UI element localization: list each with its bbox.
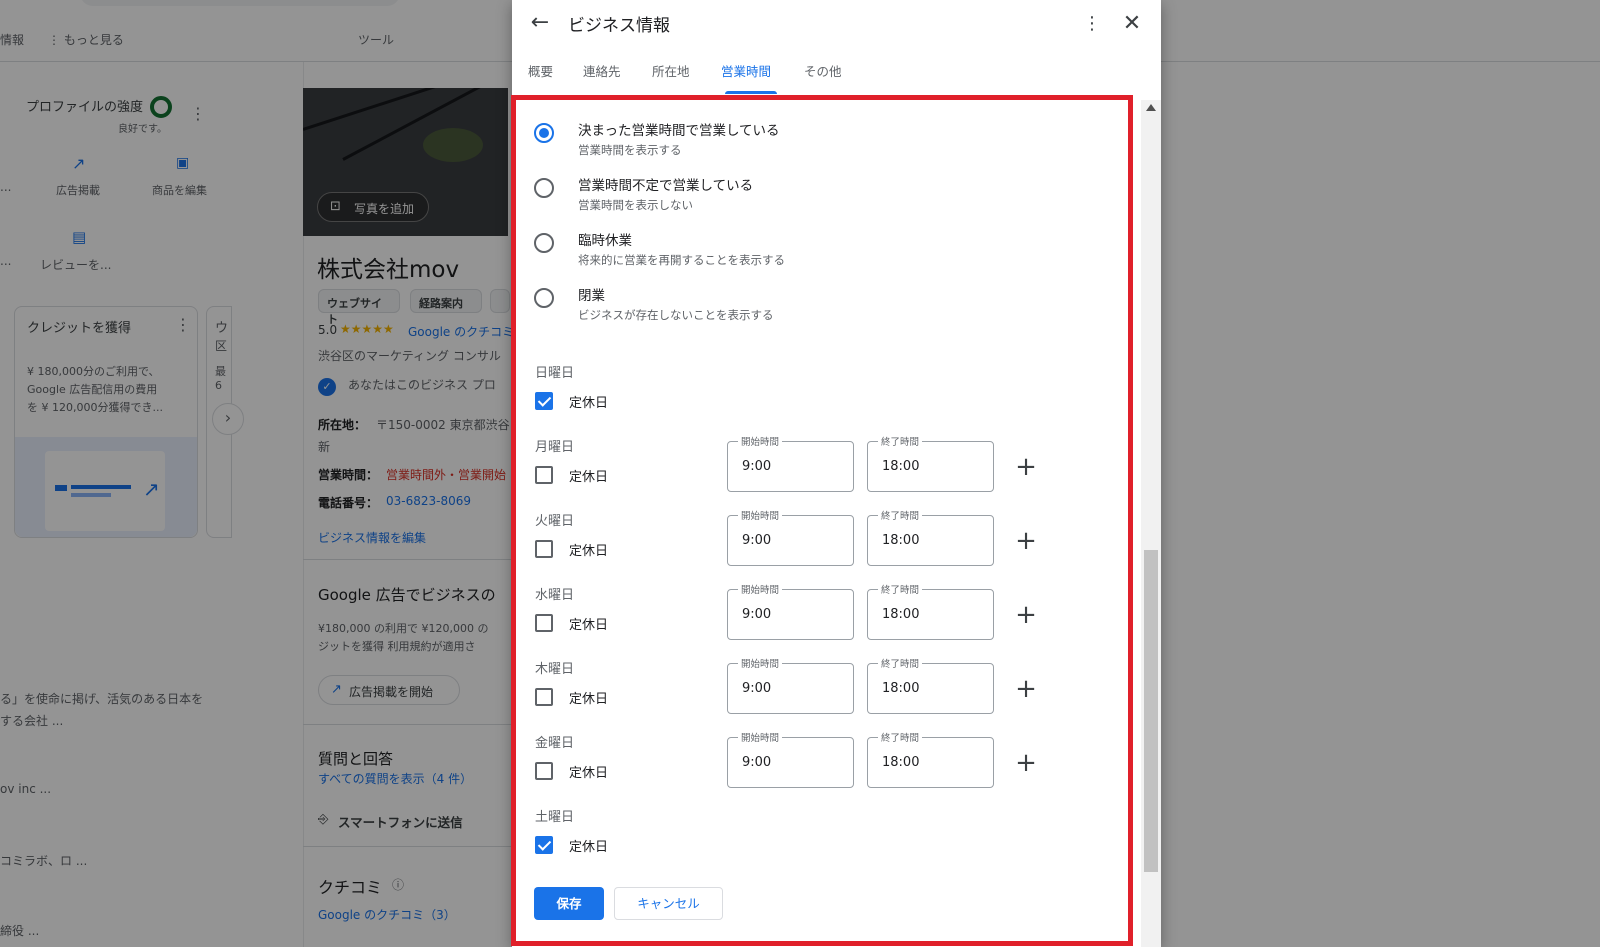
add-hours-icon[interactable]: + <box>1014 602 1038 628</box>
closed-checkbox-thursday[interactable] <box>535 688 553 706</box>
open-time-wednesday[interactable]: 開始時間 9:00 <box>727 582 854 640</box>
option-sub: 将来的に営業を再開することを表示する <box>578 253 785 267</box>
radio-button[interactable] <box>534 178 554 198</box>
open-time-value: 9:00 <box>742 755 772 770</box>
close-icon[interactable]: ✕ <box>1120 12 1144 36</box>
scroll-up-icon[interactable] <box>1146 104 1156 111</box>
option-title: 営業時間不定で営業している <box>578 178 754 194</box>
closed-checkbox-saturday[interactable] <box>535 836 553 854</box>
option-sub: 営業時間を表示しない <box>578 198 693 212</box>
close-time-legend: 終了時間 <box>878 730 923 744</box>
day-label-monday: 月曜日 <box>535 440 575 455</box>
closed-checkbox-monday[interactable] <box>535 466 553 484</box>
day-label-friday: 金曜日 <box>535 736 575 751</box>
tab-overview[interactable]: 概要 <box>528 61 553 80</box>
close-time-legend: 終了時間 <box>878 434 923 448</box>
day-label-saturday: 土曜日 <box>535 810 575 825</box>
add-hours-icon[interactable]: + <box>1014 528 1038 554</box>
closed-label: 定休日 <box>569 618 609 633</box>
closed-label: 定休日 <box>569 692 609 707</box>
dialog-header: ← ビジネス情報 ⋮ ✕ <box>512 0 1161 48</box>
add-hours-icon[interactable]: + <box>1014 454 1038 480</box>
radio-button[interactable] <box>534 233 554 253</box>
tab-other[interactable]: その他 <box>804 61 842 80</box>
tab-hours[interactable]: 営業時間 <box>721 61 771 80</box>
open-time-value: 9:00 <box>742 459 772 474</box>
open-time-thursday[interactable]: 開始時間 9:00 <box>727 656 854 714</box>
tab-location[interactable]: 所在地 <box>652 61 690 80</box>
scrollbar[interactable] <box>1141 100 1161 947</box>
open-time-value: 9:00 <box>742 681 772 696</box>
option-sub: 営業時間を表示する <box>578 143 682 157</box>
closed-label: 定休日 <box>569 544 609 559</box>
close-time-legend: 終了時間 <box>878 582 923 596</box>
closed-checkbox-tuesday[interactable] <box>535 540 553 558</box>
add-hours-icon[interactable]: + <box>1014 750 1038 776</box>
close-time-value: 18:00 <box>882 755 920 770</box>
more-vert-icon[interactable]: ⋮ <box>1080 12 1104 36</box>
close-time-value: 18:00 <box>882 607 920 622</box>
close-time-tuesday[interactable]: 終了時間 18:00 <box>867 508 994 566</box>
open-time-legend: 開始時間 <box>738 656 783 670</box>
day-label-tuesday: 火曜日 <box>535 514 575 529</box>
open-time-legend: 開始時間 <box>738 582 783 596</box>
close-time-value: 18:00 <box>882 459 920 474</box>
tab-contact[interactable]: 連絡先 <box>583 61 621 80</box>
cancel-button[interactable]: キャンセル <box>614 887 723 920</box>
back-arrow-icon[interactable]: ← <box>528 12 552 36</box>
closed-checkbox-wednesday[interactable] <box>535 614 553 632</box>
open-time-legend: 開始時間 <box>738 730 783 744</box>
day-label-thursday: 木曜日 <box>535 662 575 677</box>
closed-label: 定休日 <box>569 396 609 411</box>
option-title: 決まった営業時間で営業している <box>578 123 780 139</box>
close-time-friday[interactable]: 終了時間 18:00 <box>867 730 994 788</box>
dialog-title: ビジネス情報 <box>568 16 670 36</box>
open-time-tuesday[interactable]: 開始時間 9:00 <box>727 508 854 566</box>
option-sub: ビジネスが存在しないことを表示する <box>578 308 774 322</box>
open-time-value: 9:00 <box>742 533 772 548</box>
close-time-thursday[interactable]: 終了時間 18:00 <box>867 656 994 714</box>
closed-label: 定休日 <box>569 470 609 485</box>
save-button[interactable]: 保存 <box>534 887 604 920</box>
close-time-legend: 終了時間 <box>878 656 923 670</box>
day-label-sunday: 日曜日 <box>535 366 575 381</box>
close-time-wednesday[interactable]: 終了時間 18:00 <box>867 582 994 640</box>
closed-label: 定休日 <box>569 766 609 781</box>
option-title: 閉業 <box>578 288 605 304</box>
scrollbar-thumb[interactable] <box>1144 550 1158 872</box>
radio-button[interactable] <box>534 288 554 308</box>
add-hours-icon[interactable]: + <box>1014 676 1038 702</box>
active-tab-indicator <box>725 91 777 94</box>
open-time-monday[interactable]: 開始時間 9:00 <box>727 434 854 492</box>
option-title: 臨時休業 <box>578 233 632 249</box>
close-time-monday[interactable]: 終了時間 18:00 <box>867 434 994 492</box>
closed-label: 定休日 <box>569 840 609 855</box>
day-label-wednesday: 水曜日 <box>535 588 575 603</box>
open-time-value: 9:00 <box>742 607 772 622</box>
business-info-dialog: ← ビジネス情報 ⋮ ✕ 概要 連絡先 所在地 営業時間 その他 決まった営業時… <box>512 0 1161 947</box>
close-time-legend: 終了時間 <box>878 508 923 522</box>
closed-checkbox-sunday[interactable] <box>535 392 553 410</box>
open-time-legend: 開始時間 <box>738 508 783 522</box>
close-time-value: 18:00 <box>882 533 920 548</box>
dialog-tabs: 概要 連絡先 所在地 営業時間 その他 <box>512 56 1161 94</box>
open-time-friday[interactable]: 開始時間 9:00 <box>727 730 854 788</box>
close-time-value: 18:00 <box>882 681 920 696</box>
radio-button[interactable] <box>534 123 554 143</box>
closed-checkbox-friday[interactable] <box>535 762 553 780</box>
open-time-legend: 開始時間 <box>738 434 783 448</box>
